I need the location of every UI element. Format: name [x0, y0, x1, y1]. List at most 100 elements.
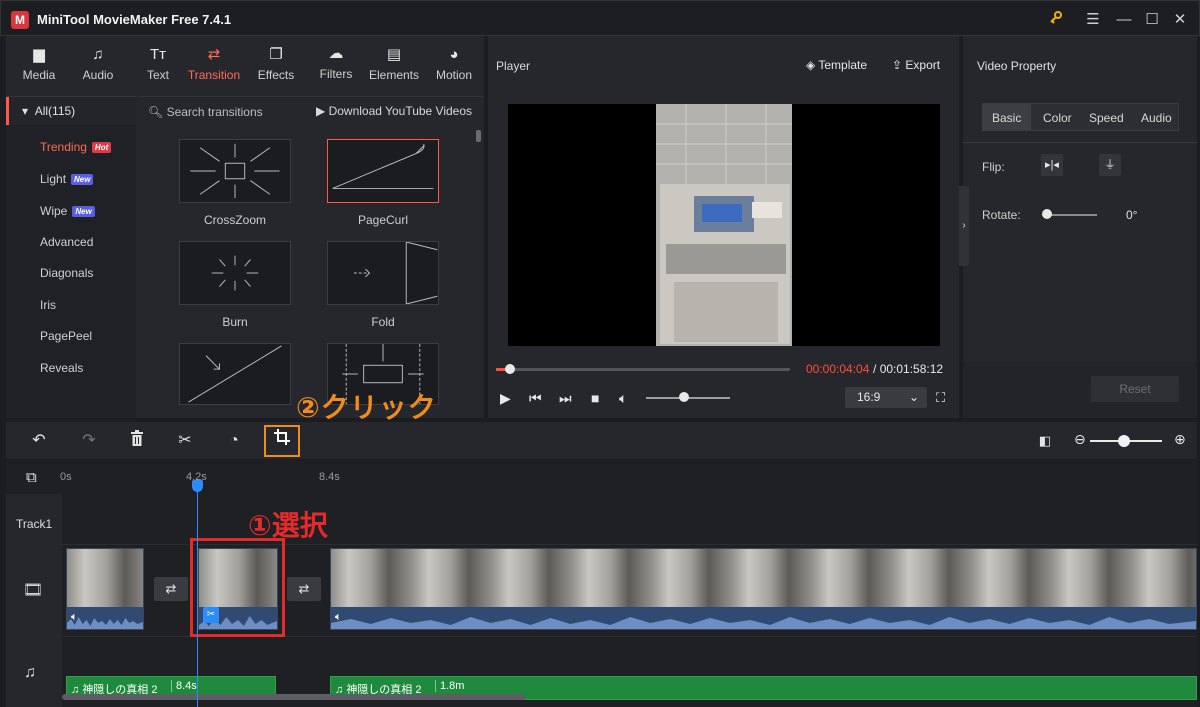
timeline-toolbar: ↶ ↷ ✂ ◔ ◧ ⊖ ⊕	[6, 422, 1197, 459]
transition-tile-fold[interactable]	[327, 241, 439, 305]
timeline: ⧉ 0s 4.2s 8.4s Track1 🎞︎ ♫ 🔈︎ ⇄ ✂ ⇄ 🔈︎ ①…	[6, 460, 1197, 707]
category-wipe[interactable]: Wipe New	[40, 204, 95, 218]
filters-icon: ☁	[328, 45, 344, 62]
key-icon[interactable]	[1044, 9, 1068, 31]
crosszoom-icon	[190, 143, 280, 199]
timeline-scrollbar[interactable]	[62, 694, 526, 700]
transition-icon: ⇄	[207, 46, 221, 63]
effects-icon: ❐	[269, 46, 283, 63]
play-icon[interactable]: ▶	[500, 390, 511, 407]
template-button[interactable]: ◈ Template	[806, 58, 867, 72]
library-panel: ▆ Media ♫ Audio Tт Text ⇄ Transition ❐ Effect…	[6, 36, 484, 418]
reset-button[interactable]: Reset	[1091, 376, 1179, 402]
delete-icon[interactable]	[126, 430, 148, 452]
playhead[interactable]	[197, 482, 198, 707]
category-all[interactable]: ▾ All(115)	[6, 97, 136, 125]
scrollbar-thumb[interactable]	[476, 130, 481, 142]
app-title: MiniTool MovieMaker Free 7.4.1	[37, 12, 232, 27]
clip-waveform	[67, 607, 143, 629]
speed-icon[interactable]: ◔	[223, 430, 245, 452]
tab-effects[interactable]: ❐ Effects	[246, 46, 306, 82]
new-badge: New	[72, 206, 95, 217]
rotate-value: 0°	[1126, 208, 1138, 222]
clip-waveform	[331, 607, 1196, 629]
fullscreen-icon[interactable]: ⛶	[936, 390, 945, 406]
fit-timeline-icon[interactable]: ◧	[1034, 430, 1056, 452]
minimize-button[interactable]: —	[1112, 9, 1136, 31]
tab-text[interactable]: Tт Text	[128, 46, 188, 82]
tab-basic[interactable]: Basic	[992, 111, 1021, 125]
download-youtube-button[interactable]: ▶ Download YouTube Videos	[316, 104, 472, 118]
transition-tile-burn[interactable]	[179, 241, 291, 305]
player-title: Player	[496, 59, 531, 73]
previous-frame-icon[interactable]: ⏮	[529, 390, 542, 407]
tab-audio-property[interactable]: Audio	[1141, 111, 1172, 125]
rotate-knob[interactable]	[1042, 209, 1052, 219]
undo-icon[interactable]: ↶	[28, 430, 50, 452]
transition-tile-pagecurl[interactable]	[327, 139, 439, 203]
tab-media[interactable]: ▆ Media	[9, 46, 69, 82]
flip-horizontal-icon[interactable]: ▸|◂	[1041, 154, 1063, 176]
stop-icon[interactable]: ■	[591, 390, 599, 406]
transition-tile-diagonal[interactable]	[179, 343, 291, 405]
playhead-handle[interactable]	[192, 480, 203, 492]
zoom-out-icon[interactable]: ⊖	[1074, 431, 1086, 448]
tab-speed[interactable]: Speed	[1089, 111, 1124, 125]
crop-button[interactable]	[264, 425, 300, 457]
close-button[interactable]: ✕	[1168, 9, 1192, 31]
fold-icon	[353, 241, 438, 305]
export-button[interactable]: ⇪ Export	[892, 58, 940, 72]
category-diagonals[interactable]: Diagonals	[40, 266, 93, 280]
add-track-icon[interactable]: ⧉	[26, 469, 37, 486]
split-icon[interactable]: ✂	[174, 430, 196, 452]
category-light[interactable]: Light New	[40, 172, 94, 186]
tab-filters[interactable]: ☁ Filters	[306, 45, 366, 81]
burn-icon	[211, 255, 259, 291]
video-clip[interactable]: 🔈︎	[66, 548, 144, 630]
time-ruler[interactable]: ⧉ 0s 4.2s 8.4s	[6, 460, 1197, 494]
category-pagepeel[interactable]: PagePeel	[40, 329, 92, 343]
collapse-panel-button[interactable]: ›	[959, 186, 969, 266]
menu-icon[interactable]: ☰	[1081, 9, 1105, 31]
transition-tile-crosszoom[interactable]	[179, 139, 291, 203]
video-frame	[656, 104, 792, 346]
next-frame-icon[interactable]: ⏭	[559, 390, 572, 407]
export-icon: ⇪	[892, 58, 903, 72]
zoom-in-icon[interactable]: ⊕	[1174, 431, 1186, 448]
annotation-click: ②クリック	[296, 392, 437, 423]
app-logo-icon: M	[11, 11, 29, 29]
audio-clip-duration: 8.4s	[171, 680, 197, 692]
zoom-knob[interactable]	[1118, 435, 1130, 447]
new-badge: New	[71, 174, 94, 185]
maximize-button[interactable]: ☐	[1140, 9, 1164, 31]
category-trending[interactable]: Trending Hot	[40, 140, 112, 154]
volume-icon[interactable]: 🔈︎	[619, 390, 627, 407]
redo-icon[interactable]: ↷	[78, 430, 100, 452]
search-input[interactable]: 🔍︎ Search transitions	[148, 105, 263, 119]
transition-slot-icon[interactable]: ⇄	[287, 577, 321, 601]
divider	[963, 142, 1197, 143]
tab-elements[interactable]: ▤ Elements	[364, 46, 424, 82]
crop-icon	[274, 429, 290, 445]
tab-transition[interactable]: ⇄ Transition	[184, 46, 244, 82]
video-clip[interactable]: 🔈︎	[330, 548, 1197, 630]
transition-slot-icon[interactable]: ⇄	[154, 577, 188, 601]
playback-progress[interactable]	[496, 364, 790, 374]
hot-badge: Hot	[91, 142, 112, 153]
search-icon: 🔍︎	[148, 105, 164, 119]
property-title: Video Property	[977, 59, 1057, 73]
rotate-slider[interactable]	[1047, 214, 1097, 216]
volume-knob[interactable]	[678, 392, 689, 402]
motion-icon: ◕	[449, 46, 459, 63]
video-preview	[508, 104, 940, 346]
tab-motion[interactable]: ◕ Motion	[424, 46, 484, 82]
progress-knob[interactable]	[505, 364, 516, 374]
aspect-ratio-select[interactable]: 16:9 ⌄	[845, 387, 927, 408]
flip-vertical-icon[interactable]: ⏚	[1099, 154, 1121, 176]
category-reveals[interactable]: Reveals	[40, 361, 83, 375]
category-advanced[interactable]: Advanced	[40, 235, 93, 249]
transition-label: PageCurl	[357, 213, 409, 227]
category-iris[interactable]: Iris	[40, 298, 56, 312]
tab-color[interactable]: Color	[1043, 111, 1072, 125]
tab-audio[interactable]: ♫ Audio	[68, 46, 128, 82]
